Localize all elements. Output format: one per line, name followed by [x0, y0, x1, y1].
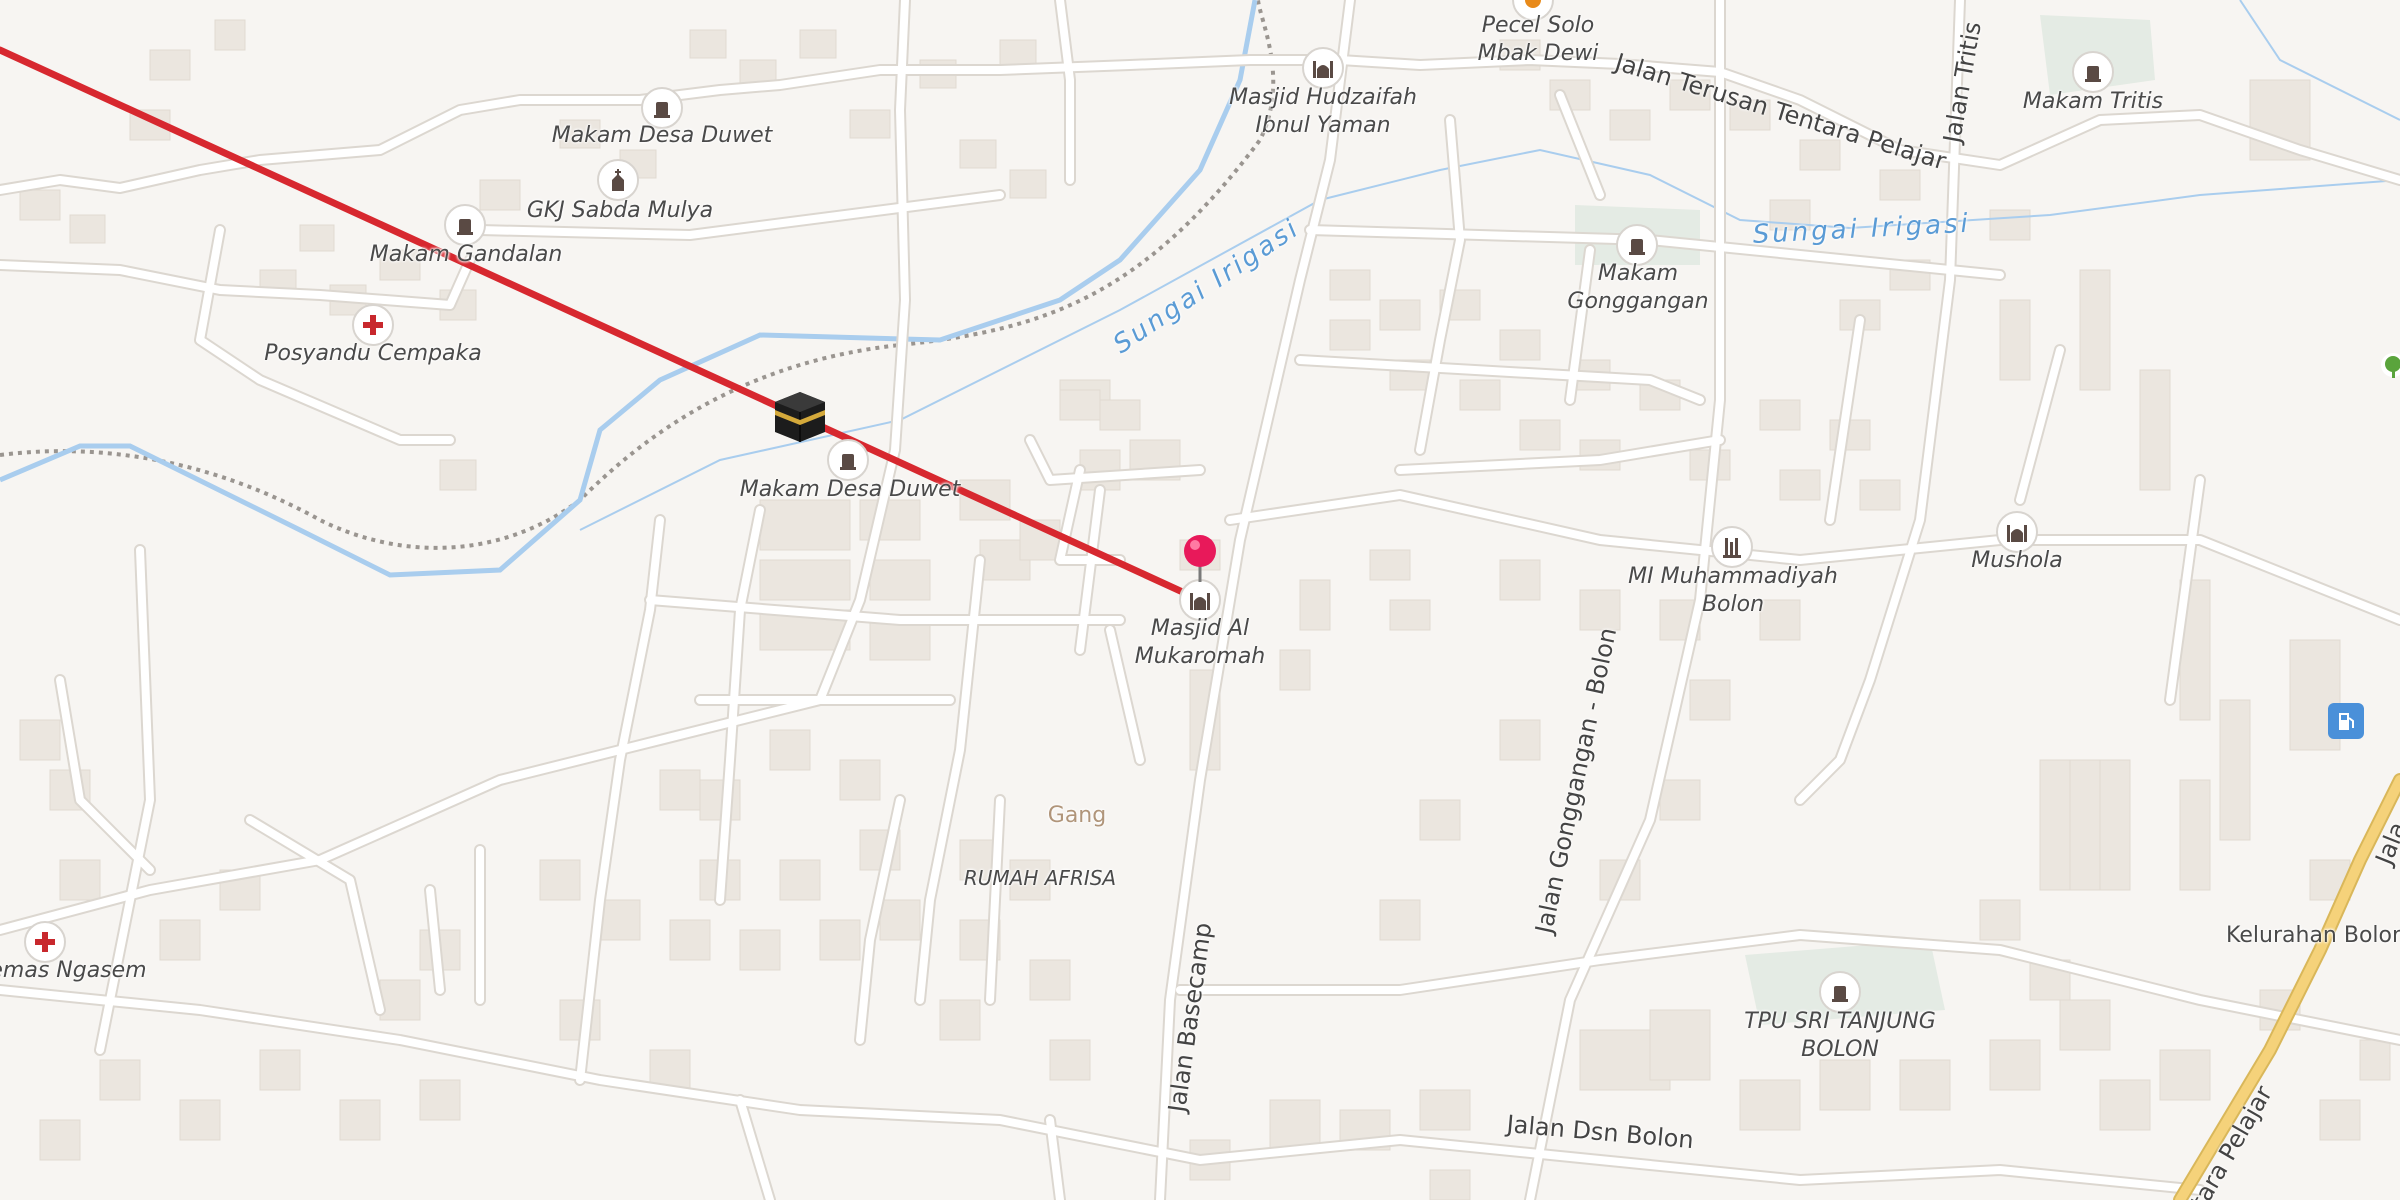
location-pin-icon[interactable]	[1181, 534, 1219, 586]
poi-label-makam-gandalan: Makam Gandalan	[369, 242, 563, 267]
grave-icon[interactable]	[827, 439, 869, 481]
poi-label-mi-muhammadiyah: MI Muhammadiyah Bolon	[1628, 564, 1838, 617]
poi-label-tpu-sri-tanjung: TPU SRI TANJUNG BOLON	[1744, 1009, 1936, 1062]
poi-label-masjid-hudzaifah: Masjid Hudzaifah Ibnul Yaman	[1229, 85, 1417, 138]
school-icon[interactable]	[1711, 526, 1753, 568]
poi-label-makam-tritis: Makam Tritis	[2022, 89, 2164, 114]
church-icon[interactable]	[597, 159, 639, 201]
poi-label-gkj-sabda-mulya: GKJ Sabda Mulya	[526, 198, 714, 223]
poi-label-gang: Gang	[1047, 803, 1107, 828]
map-canvas[interactable]: Makam Desa Duwet GKJ Sabda Mulya Makam G…	[0, 0, 2400, 1200]
selected-place-label: Masjid Al Mukaromah	[1134, 616, 1266, 669]
park-tree-icon[interactable]	[2378, 352, 2400, 388]
poi-label-makam-desa-duwet-mid: Makam Desa Duwet	[739, 477, 961, 502]
grave-icon[interactable]	[2072, 51, 2114, 93]
grave-icon[interactable]	[1819, 971, 1861, 1013]
kaaba-icon[interactable]	[771, 388, 829, 448]
grave-icon[interactable]	[444, 204, 486, 246]
poi-label-makam-desa-duwet: Makam Desa Duwet	[551, 123, 773, 148]
poi-label-makam-gonggangan: Makam Gonggangan	[1567, 261, 1709, 314]
mosque-icon[interactable]	[1302, 47, 1344, 89]
poi-label-posyandu-cempaka: Posyandu Cempaka	[264, 341, 482, 366]
poi-label-pecel-solo: Pecel Solo Mbak Dewi	[1477, 13, 1599, 66]
poi-label-rumah-afrisa: RUMAH AFRISA	[963, 866, 1117, 890]
poi-label-puskesmas: emas Ngasem	[0, 958, 147, 983]
poi-label-mushola: Mushola	[1971, 548, 2063, 573]
poi-label-kelurahan-bolon: Kelurahan Bolon	[2226, 923, 2400, 948]
fuel-station-icon[interactable]	[2328, 703, 2364, 739]
